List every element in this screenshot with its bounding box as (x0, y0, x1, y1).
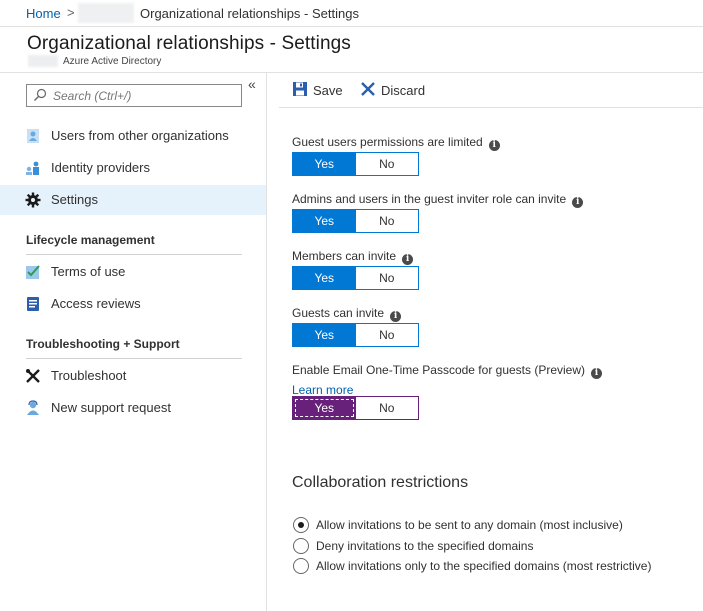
sidebar-item-label: Access reviews (51, 296, 141, 311)
learn-more-link[interactable]: Learn more (292, 383, 353, 397)
sidebar-item-access-reviews[interactable]: Access reviews (0, 289, 266, 319)
radio-button[interactable] (293, 558, 309, 574)
setting-label-admins-invite: Admins and users in the guest inviter ro… (292, 192, 584, 208)
info-icon[interactable]: i (572, 197, 584, 208)
setting-label-text: Guest users permissions are limited (292, 135, 483, 149)
breadcrumb-chevron-icon: > (67, 5, 75, 20)
radio-button-checked[interactable] (293, 517, 309, 533)
toggle-yes-option[interactable]: Yes (293, 210, 356, 232)
identity-providers-icon (26, 161, 39, 175)
setting-label-guest-permissions: Guest users permissions are limited i (292, 135, 500, 151)
search-icon (34, 88, 47, 101)
setting-label-text: Admins and users in the guest inviter ro… (292, 192, 567, 206)
subtitle-redacted-segment (28, 55, 58, 67)
setting-label-text: Guests can invite (292, 306, 385, 320)
collaboration-restrictions-heading: Collaboration restrictions (292, 474, 469, 491)
toggle-no-option[interactable]: No (355, 210, 418, 232)
page-title: Organizational relationships - Settings (27, 33, 351, 54)
collapse-sidebar-button[interactable]: « (248, 76, 256, 92)
info-icon[interactable]: i (488, 140, 500, 151)
radio-allow-only-specified-domains[interactable]: Allow invitations only to the specified … (293, 557, 663, 575)
setting-label-text: Enable Email One-Time Passcode for guest… (292, 363, 586, 377)
save-icon (293, 82, 307, 96)
radio-deny-specified-domains[interactable]: Deny invitations to the specified domain… (293, 537, 543, 555)
info-icon[interactable]: i (390, 311, 402, 322)
radio-label: Deny invitations to the specified domain… (316, 539, 534, 553)
toggle-yes-option[interactable]: Yes (293, 153, 356, 175)
radio-label: Allow invitations only to the specified … (316, 559, 652, 573)
toggle-members-invite[interactable]: Yes No (292, 266, 419, 290)
breadcrumb: Home > Organizational relationships - Se… (0, 0, 703, 27)
header-divider (0, 72, 703, 73)
toggle-guest-permissions[interactable]: Yes No (292, 152, 419, 176)
toggle-guests-invite[interactable]: Yes No (292, 323, 419, 347)
page-subtitle: Azure Active Directory (63, 56, 162, 67)
radio-label: Allow invitations to be sent to any doma… (316, 518, 623, 532)
toggle-admins-invite[interactable]: Yes No (292, 209, 419, 233)
toggle-yes-option[interactable]: Yes (293, 267, 356, 289)
toggle-yes-option[interactable]: Yes (293, 324, 356, 346)
sidebar-item-label: Identity providers (51, 160, 150, 175)
setting-label-email-otp: Enable Email One-Time Passcode for guest… (292, 363, 603, 379)
discard-button[interactable]: Discard (360, 80, 430, 102)
close-icon (361, 82, 375, 96)
toggle-no-option[interactable]: No (355, 397, 418, 419)
section-header-troubleshooting-support: Troubleshooting + Support (26, 337, 180, 351)
search-input[interactable] (53, 87, 239, 104)
setting-label-guests-invite: Guests can invite i (292, 306, 402, 322)
toggle-yes-option[interactable]: Yes (293, 397, 356, 419)
toggle-no-option[interactable]: No (355, 324, 418, 346)
sidebar-item-label: Troubleshoot (51, 368, 127, 383)
sidebar-item-terms-of-use[interactable]: Terms of use (0, 257, 266, 287)
gear-icon (25, 192, 41, 208)
section-header-lifecycle-management: Lifecycle management (26, 233, 155, 247)
sidebar-item-users-from-other-organizations[interactable]: Users from other organizations (0, 121, 266, 151)
section-divider (26, 254, 242, 255)
save-button[interactable]: Save (292, 80, 343, 102)
breadcrumb-redacted-segment (78, 3, 134, 23)
sidebar-item-troubleshoot[interactable]: Troubleshoot (0, 361, 266, 391)
section-divider (26, 358, 242, 359)
toggle-email-otp[interactable]: Yes No (292, 396, 419, 420)
sidebar-item-settings[interactable]: Settings (0, 185, 266, 215)
sidebar-item-new-support-request[interactable]: New support request (0, 393, 266, 423)
radio-button[interactable] (293, 538, 309, 554)
sidebar-item-label: Users from other organizations (51, 128, 229, 143)
access-reviews-icon (27, 297, 39, 311)
sidebar-item-label: Settings (51, 192, 98, 207)
radio-allow-any-domain[interactable]: Allow invitations to be sent to any doma… (293, 516, 633, 534)
sidebar-divider (266, 72, 267, 611)
support-request-icon (27, 400, 39, 415)
sidebar-item-label: Terms of use (51, 264, 126, 279)
toggle-no-option[interactable]: No (355, 267, 418, 289)
users-icon (27, 129, 39, 143)
toggle-no-option[interactable]: No (355, 153, 418, 175)
info-icon[interactable]: i (591, 368, 603, 379)
search-box[interactable] (26, 84, 242, 107)
setting-label-members-invite: Members can invite i (292, 249, 414, 265)
toolbar-divider (279, 107, 703, 108)
save-button-label: Save (313, 83, 343, 98)
discard-button-label: Discard (381, 83, 426, 98)
troubleshoot-icon (26, 369, 40, 383)
breadcrumb-current: Organizational relationships - Settings (140, 6, 359, 21)
sidebar-item-identity-providers[interactable]: Identity providers (0, 153, 266, 183)
terms-of-use-icon (26, 265, 40, 279)
setting-label-text: Members can invite (292, 249, 397, 263)
info-icon[interactable]: i (402, 254, 414, 265)
breadcrumb-home-link[interactable]: Home (26, 6, 61, 21)
sidebar-item-label: New support request (51, 400, 171, 415)
